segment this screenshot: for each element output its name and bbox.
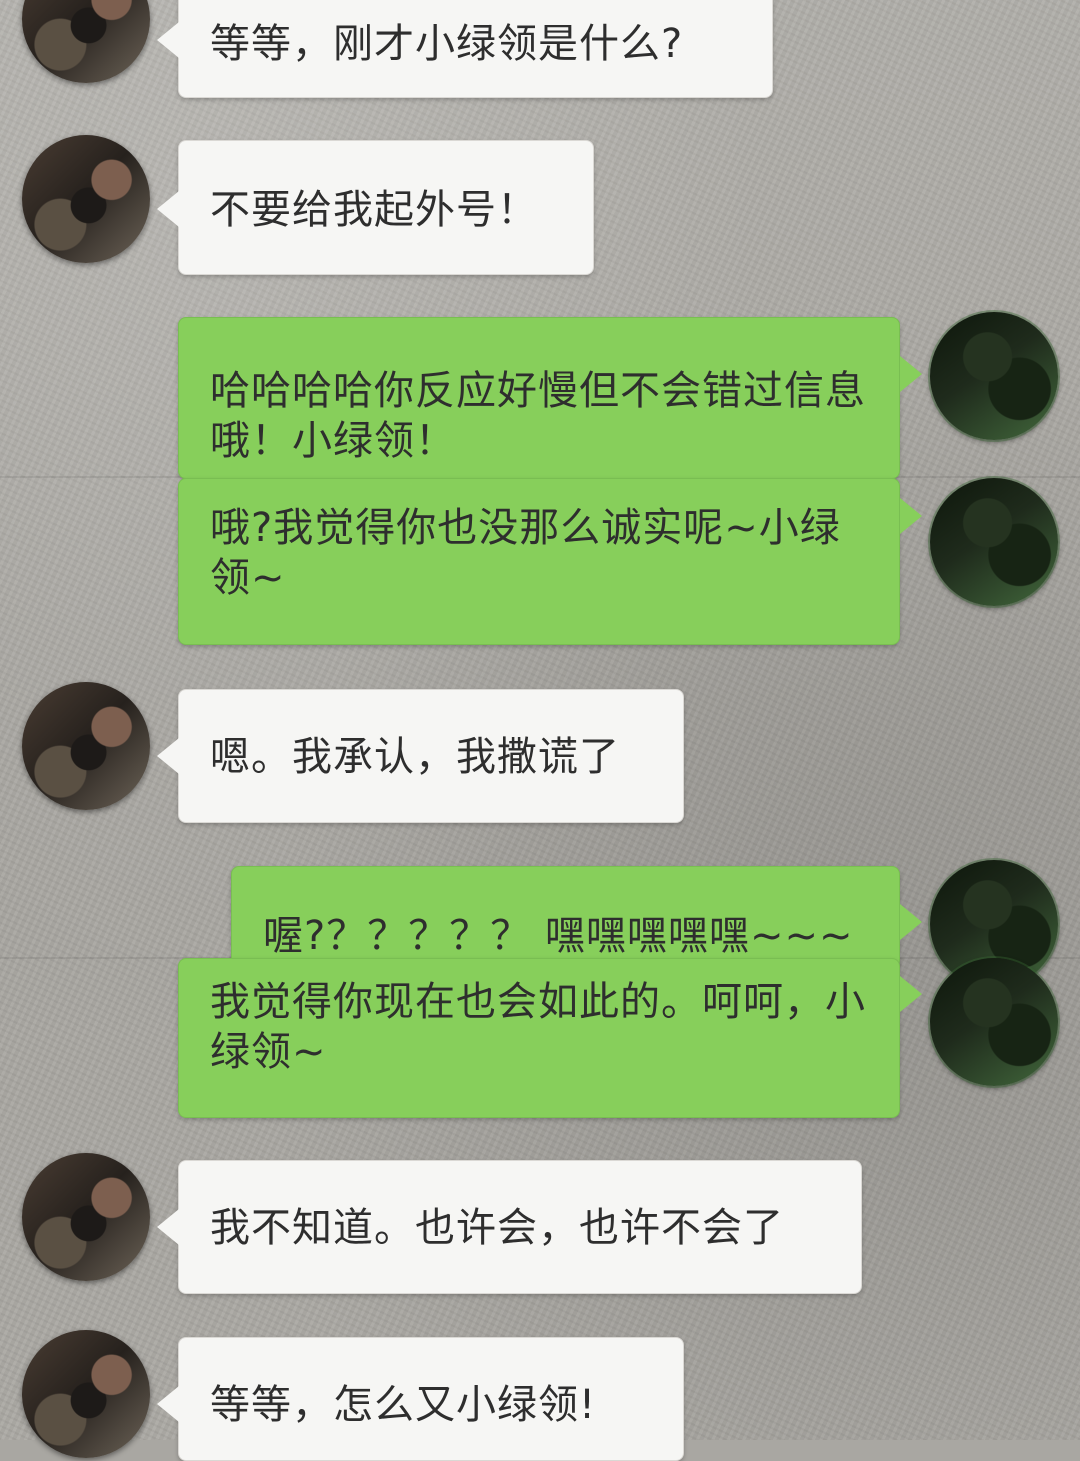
contact-avatar[interactable] [22,135,150,263]
bubble-tail [900,976,922,1012]
received-message-bubble[interactable]: 我不知道。也许会，也许不会了 [178,1160,862,1294]
user-avatar[interactable] [930,958,1058,1086]
received-message-bubble[interactable]: 等等，刚才小绿领是什么? [178,0,773,98]
bubble-tail [157,738,179,774]
bubble-tail [900,356,922,392]
message-text: 喔?？？？？？ 嘿嘿嘿嘿嘿~~~ [263,913,854,959]
user-avatar[interactable] [930,312,1058,440]
message-text: 嗯。我承认，我撒谎了 [210,734,620,780]
message-text: 等等，刚才小绿领是什么? [210,21,684,67]
message-text: 我不知道。也许会，也许不会了 [210,1205,784,1251]
contact-avatar[interactable] [22,1330,150,1458]
user-avatar[interactable] [930,478,1058,606]
message-text: 哦?我觉得你也没那么诚实呢~小绿领~ [210,505,841,601]
bubble-tail [900,498,922,534]
contact-avatar[interactable] [22,682,150,810]
contact-avatar[interactable] [22,1153,150,1281]
bubble-tail [157,1386,179,1422]
bubble-tail [157,1209,179,1245]
message-text: 哈哈哈哈你反应好慢但不会错过信息哦！小绿领！ [210,368,866,464]
message-text: 等等，怎么又小绿领! [210,1382,597,1428]
sent-message-bubble[interactable]: 哦?我觉得你也没那么诚实呢~小绿领~ [178,478,900,645]
received-message-bubble[interactable]: 不要给我起外号！ [178,140,594,275]
bubble-tail [157,191,179,227]
sent-message-bubble[interactable]: 哈哈哈哈你反应好慢但不会错过信息哦！小绿领！ [178,317,900,479]
message-text: 不要给我起外号！ [210,187,538,233]
sent-message-bubble[interactable]: 喔?？？？？？ 嘿嘿嘿嘿嘿~~~ [231,866,900,969]
message-text: 我觉得你现在也会如此的。呵呵，小绿领~ [210,979,866,1075]
bubble-tail [157,22,179,58]
received-message-bubble[interactable]: 嗯。我承认，我撒谎了 [178,689,684,823]
bubble-tail [900,904,922,940]
received-message-bubble[interactable]: 等等，怎么又小绿领! [178,1337,684,1461]
sent-message-bubble[interactable]: 我觉得你现在也会如此的。呵呵，小绿领~ [178,958,900,1118]
